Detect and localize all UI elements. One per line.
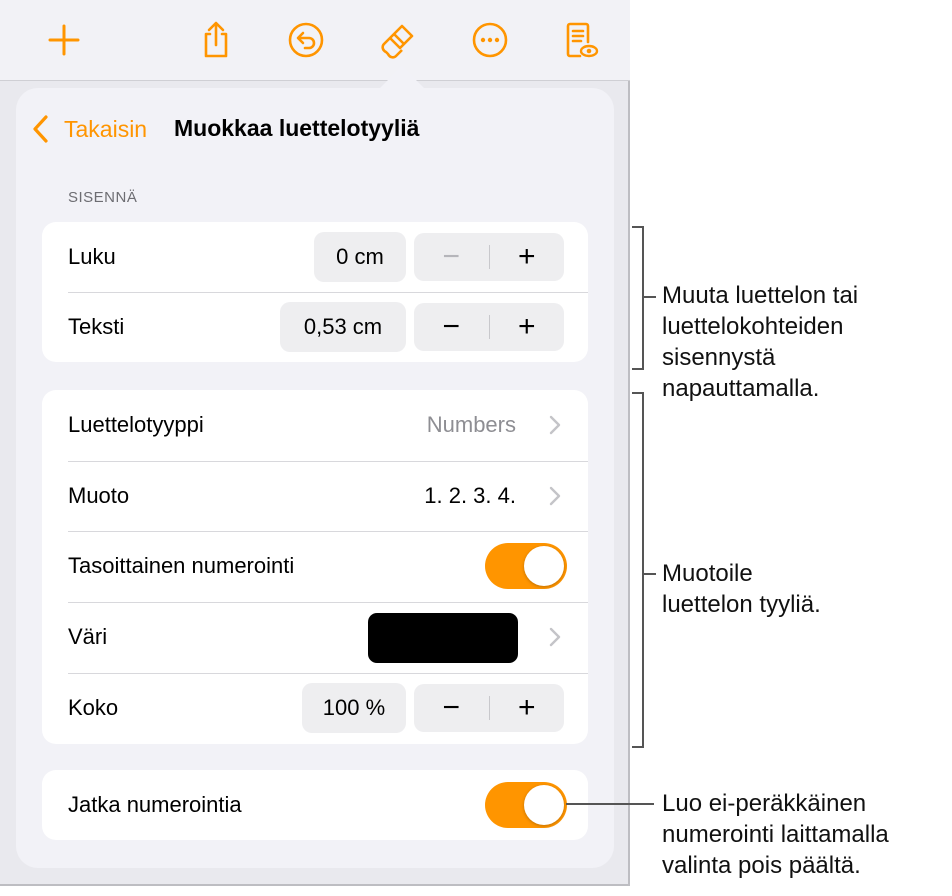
row-label: Luku [68, 244, 116, 269]
continue-callout: Luo ei-peräkkäinen numerointi laittamall… [662, 790, 889, 879]
row-label: Muoto [68, 483, 130, 508]
list-type-value: Numbers [426, 412, 516, 437]
row-label: Tasoittainen numerointi [68, 553, 295, 578]
chevron-right-icon [549, 415, 561, 435]
list-type-row[interactable]: Luettelotyyppi Numbers [42, 390, 588, 460]
share-icon[interactable] [194, 18, 238, 62]
plus-icon[interactable] [42, 18, 86, 62]
continue-numbering-row: Jatka numerointia [42, 770, 588, 840]
chevron-right-icon [549, 486, 561, 506]
back-button[interactable]: Takaisin [30, 114, 147, 144]
leader-line [644, 296, 656, 298]
toolbar [0, 0, 630, 81]
style-bracket [632, 392, 644, 748]
list-style-group: Luettelotyyppi Numbers Muoto 1. 2. 3. 4.… [42, 390, 588, 744]
indent-number-stepper: − + [414, 233, 564, 281]
size-stepper: − + [414, 684, 564, 732]
leader-line [566, 803, 654, 805]
color-swatch[interactable] [368, 613, 518, 663]
decrement-button[interactable]: − [414, 233, 489, 281]
back-label: Takaisin [64, 115, 148, 142]
format-popover: Takaisin Muokkaa luettelotyyliä SISENNÄ … [16, 88, 614, 868]
indent-number-value[interactable]: 0 cm [314, 232, 406, 282]
increment-button[interactable]: + [490, 684, 565, 732]
paintbrush-icon[interactable] [376, 18, 420, 62]
row-label: Luettelotyyppi [68, 412, 204, 437]
popover-nav: Takaisin Muokkaa luettelotyyliä [16, 88, 614, 168]
ipad-screen: Takaisin Muokkaa luettelotyyliä SISENNÄ … [0, 0, 630, 886]
indent-callout: Muuta luettelon tai luettelokohteiden si… [662, 282, 859, 402]
chevron-left-icon [33, 115, 48, 143]
indent-bracket [632, 226, 644, 370]
color-row[interactable]: Väri [42, 602, 588, 672]
increment-button[interactable]: + [490, 303, 565, 351]
row-label: Jatka numerointia [68, 792, 242, 817]
format-value: 1. 2. 3. 4. [424, 483, 516, 508]
continue-numbering-toggle[interactable] [485, 782, 567, 828]
size-row: Koko 100 % − + [42, 673, 588, 743]
page-title: Muokkaa luettelotyyliä [174, 115, 420, 141]
indent-text-stepper: − + [414, 303, 564, 351]
indent-section-label: SISENNÄ [68, 189, 138, 206]
leader-line [644, 573, 656, 575]
row-label: Koko [68, 695, 119, 720]
tiered-numbering-row: Tasoittainen numerointi [42, 531, 588, 601]
tiered-numbering-toggle[interactable] [485, 543, 567, 589]
row-label: Teksti [68, 314, 125, 339]
chevron-right-icon [549, 627, 561, 647]
row-label: Väri [68, 624, 108, 649]
continue-group: Jatka numerointia [42, 770, 588, 840]
indent-text-value[interactable]: 0,53 cm [280, 302, 406, 352]
style-callout: Muotoile luettelon tyyliä. [662, 560, 821, 618]
more-icon[interactable] [468, 18, 512, 62]
size-value[interactable]: 100 % [302, 683, 406, 733]
indent-group: Luku 0 cm − + Teksti 0,53 cm − + [42, 222, 588, 362]
popover-arrow [378, 66, 426, 90]
format-row[interactable]: Muoto 1. 2. 3. 4. [42, 461, 588, 531]
decrement-button[interactable]: − [414, 303, 489, 351]
undo-icon[interactable] [284, 18, 328, 62]
decrement-button[interactable]: − [414, 684, 489, 732]
indent-text-row: Teksti 0,53 cm − + [42, 292, 588, 362]
indent-number-row: Luku 0 cm − + [42, 222, 588, 292]
reader-view-icon[interactable] [558, 18, 602, 62]
increment-button[interactable]: + [490, 233, 565, 281]
